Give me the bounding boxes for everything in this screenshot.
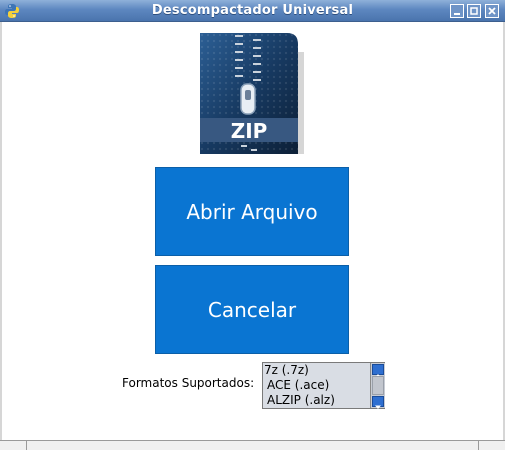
cancel-button[interactable]: Cancelar bbox=[155, 265, 349, 354]
scroll-down-icon[interactable] bbox=[372, 396, 384, 409]
listbox-scrollbar[interactable] bbox=[370, 363, 385, 409]
open-file-button[interactable]: Abrir Arquivo bbox=[155, 167, 349, 256]
list-item[interactable]: ALZIP (.alz) bbox=[263, 393, 370, 408]
close-icon[interactable] bbox=[485, 4, 499, 18]
scroll-up-icon[interactable] bbox=[372, 364, 384, 378]
zip-logo-text: ZIP bbox=[231, 119, 268, 143]
maximize-icon[interactable] bbox=[467, 4, 481, 18]
formats-listbox[interactable]: 7z (.7z) ACE (.ace) ALZIP (.alz) bbox=[262, 362, 385, 409]
list-item[interactable]: 7z (.7z) bbox=[263, 363, 370, 378]
window-title: Descompactador Universal bbox=[151, 3, 354, 18]
formats-label: Formatos Suportados: bbox=[122, 376, 255, 390]
scroll-thumb[interactable] bbox=[372, 376, 384, 395]
window-border-left bbox=[0, 22, 2, 449]
title-bar[interactable]: Descompactador Universal bbox=[0, 0, 505, 22]
formats-list-items[interactable]: 7z (.7z) ACE (.ace) ALZIP (.alz) bbox=[263, 363, 370, 408]
minimize-icon[interactable] bbox=[450, 4, 464, 18]
zip-archive-icon: ZIP bbox=[200, 33, 304, 154]
list-item[interactable]: ACE (.ace) bbox=[263, 378, 370, 393]
